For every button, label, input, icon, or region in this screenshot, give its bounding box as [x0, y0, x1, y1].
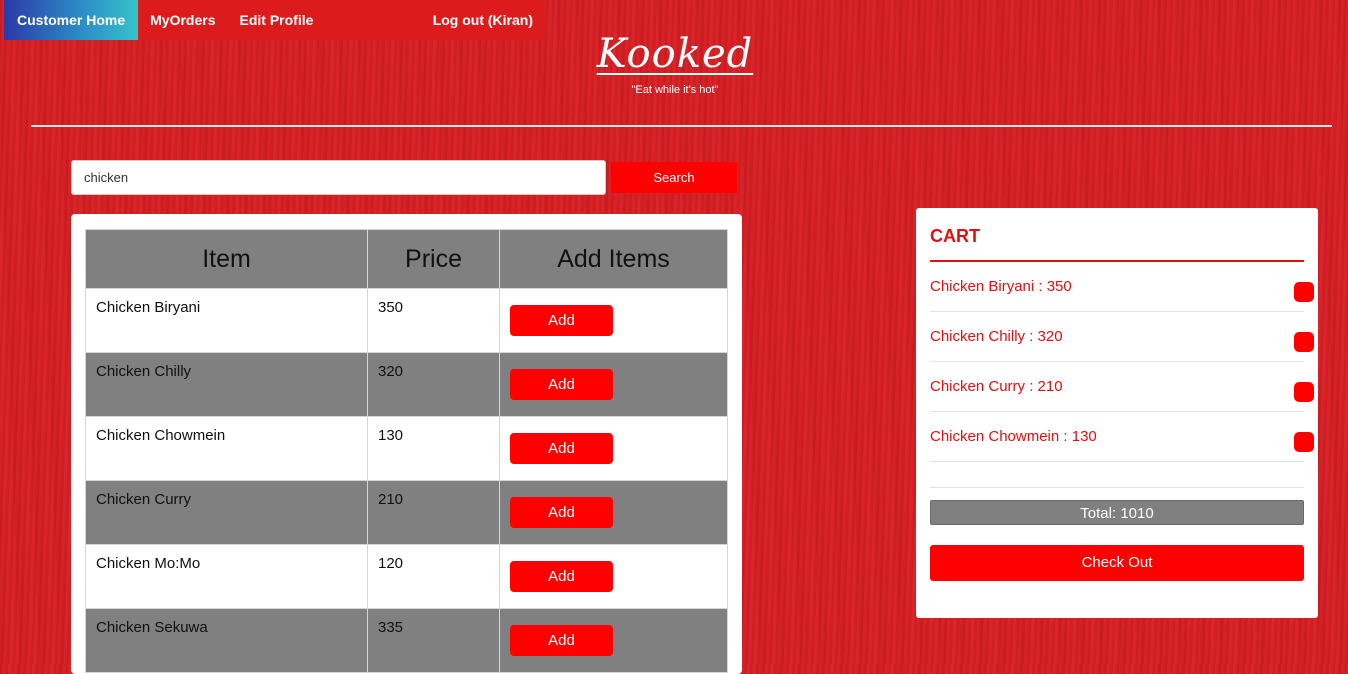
- cart-item-label: Chicken Chowmein : 130: [930, 428, 1097, 445]
- add-cell: Add: [499, 544, 728, 609]
- item-name: Chicken Chowmein: [85, 416, 368, 481]
- add-button[interactable]: Add: [510, 305, 613, 336]
- header-item: Item: [85, 229, 368, 289]
- table-row: Chicken Chowmein 130 Add: [85, 416, 728, 481]
- nav-edit-profile[interactable]: Edit Profile: [228, 0, 326, 40]
- cart-item: Chicken Biryani : 350: [930, 262, 1314, 312]
- cart-item-label: Chicken Chilly : 320: [930, 328, 1063, 345]
- add-cell: Add: [499, 352, 728, 417]
- item-name: Chicken Curry: [85, 480, 368, 545]
- item-price: 350: [367, 288, 500, 353]
- item-name: Chicken Sekuwa: [85, 608, 368, 673]
- item-price: 335: [367, 608, 500, 673]
- add-button[interactable]: Add: [510, 369, 613, 400]
- item-price: 320: [367, 352, 500, 417]
- cart-item: Chicken Chilly : 320: [930, 312, 1314, 362]
- item-price: 210: [367, 480, 500, 545]
- brand-tagline: "Eat while it's hot": [631, 84, 719, 96]
- table-row: Chicken Sekuwa 335 Add: [85, 608, 728, 673]
- table-row: Chicken Curry 210 Add: [85, 480, 728, 545]
- item-price: 120: [367, 544, 500, 609]
- remove-item-button[interactable]: [1294, 332, 1314, 352]
- menu-table: Item Price Add Items Chicken Biryani 350…: [85, 229, 728, 673]
- checkout-button[interactable]: Check Out: [930, 545, 1304, 581]
- logout-link[interactable]: Log out (Kiran): [421, 0, 545, 40]
- nav-my-orders[interactable]: MyOrders: [138, 0, 227, 40]
- brand-logo[interactable]: Kooked: [575, 28, 775, 80]
- header-divider: [31, 125, 1332, 127]
- search-button[interactable]: Search: [611, 162, 737, 193]
- menu-header-row: Item Price Add Items: [85, 229, 728, 289]
- remove-item-button[interactable]: [1294, 432, 1314, 452]
- add-cell: Add: [499, 288, 728, 353]
- add-button[interactable]: Add: [510, 561, 613, 592]
- item-name: Chicken Mo:Mo: [85, 544, 368, 609]
- menu-panel: Item Price Add Items Chicken Biryani 350…: [71, 214, 742, 674]
- cart-panel: CART Chicken Biryani : 350 Chicken Chill…: [916, 208, 1318, 618]
- cart-separator: [930, 462, 1304, 488]
- cart-item: Chicken Curry : 210: [930, 362, 1314, 412]
- table-row: Chicken Chilly 320 Add: [85, 352, 728, 417]
- table-row: Chicken Mo:Mo 120 Add: [85, 544, 728, 609]
- cart-item: Chicken Chowmein : 130: [930, 412, 1314, 462]
- cart-total: Total: 1010: [930, 500, 1304, 525]
- cart-title: CART: [930, 222, 1304, 262]
- navbar: Customer Home MyOrders Edit Profile Log …: [4, 0, 545, 40]
- cart-item-label: Chicken Biryani : 350: [930, 278, 1072, 295]
- item-name: Chicken Chilly: [85, 352, 368, 417]
- nav-customer-home[interactable]: Customer Home: [4, 0, 139, 40]
- add-cell: Add: [499, 416, 728, 481]
- header-add-items: Add Items: [499, 229, 728, 289]
- add-cell: Add: [499, 608, 728, 673]
- item-name: Chicken Biryani: [85, 288, 368, 353]
- table-row: Chicken Biryani 350 Add: [85, 288, 728, 353]
- brand: Kooked "Eat while it's hot": [575, 28, 775, 96]
- add-cell: Add: [499, 480, 728, 545]
- search-input[interactable]: [71, 160, 606, 195]
- remove-item-button[interactable]: [1294, 282, 1314, 302]
- item-price: 130: [367, 416, 500, 481]
- add-button[interactable]: Add: [510, 433, 613, 464]
- add-button[interactable]: Add: [510, 497, 613, 528]
- add-button[interactable]: Add: [510, 625, 613, 656]
- header-price: Price: [367, 229, 500, 289]
- cart-item-label: Chicken Curry : 210: [930, 378, 1063, 395]
- remove-item-button[interactable]: [1294, 382, 1314, 402]
